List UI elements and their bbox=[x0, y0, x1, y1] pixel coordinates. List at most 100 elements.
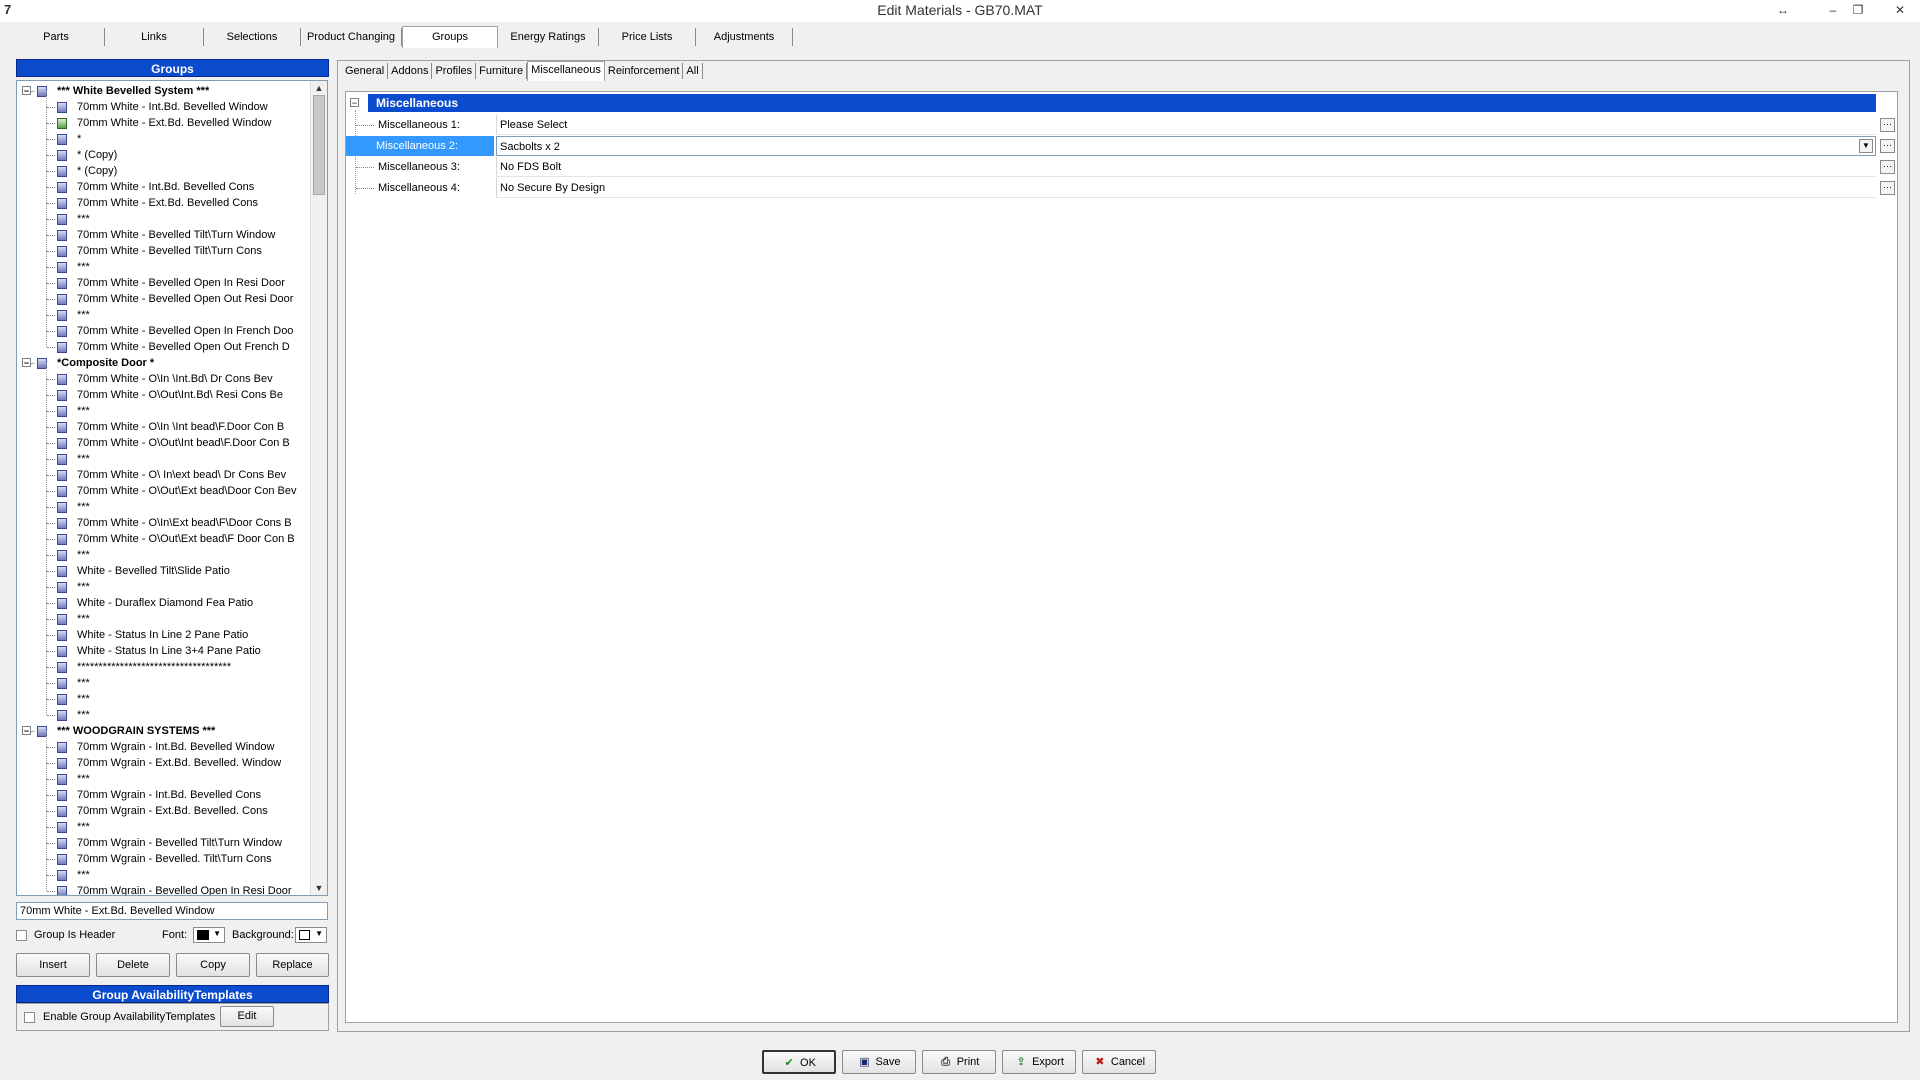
background-color-picker[interactable]: ▼ bbox=[295, 927, 327, 943]
misc-2-ellipsis-button[interactable]: ··· bbox=[1880, 139, 1895, 153]
tree-item[interactable]: 70mm White - Int.Bd. Bevelled Cons bbox=[17, 171, 307, 195]
tree-item[interactable]: 70mm White - Ext.Bd. Bevelled Cons bbox=[17, 187, 307, 211]
tree-item[interactable]: 70mm Wgrain - Bevelled. Tilt\Turn Cons bbox=[17, 843, 307, 867]
tree-group-header[interactable]: − *** WOODGRAIN SYSTEMS *** bbox=[17, 723, 307, 739]
tree-item[interactable]: * bbox=[17, 123, 307, 147]
tree-item[interactable]: 70mm White - O\In \Int.Bd\ Dr Cons Bev bbox=[17, 363, 307, 387]
subtab-reinforcement[interactable]: Reinforcement bbox=[605, 63, 684, 79]
groups-tree[interactable]: − *** White Bevelled System *** 70mm White… bbox=[16, 80, 328, 896]
misc-3-value[interactable]: No FDS Bolt bbox=[496, 157, 1876, 177]
tab-selections[interactable]: Selections bbox=[204, 28, 301, 46]
misc-3-ellipsis-button[interactable]: ··· bbox=[1880, 160, 1895, 174]
tree-item[interactable]: 70mm White - O\In \Int bead\F.Door Con B bbox=[17, 411, 307, 435]
collapse-icon[interactable]: − bbox=[22, 726, 31, 736]
export-button[interactable]: ⇪ Export bbox=[1002, 1050, 1076, 1074]
tree-item[interactable]: 70mm White - Bevelled Tilt\Turn Window bbox=[17, 219, 307, 243]
tree-item[interactable]: *** bbox=[17, 699, 307, 723]
tree-item[interactable]: *** bbox=[17, 251, 307, 275]
misc-4-ellipsis-button[interactable]: ··· bbox=[1880, 181, 1895, 195]
tree-item[interactable]: *** bbox=[17, 443, 307, 467]
tree-item[interactable]: 70mm White - Bevelled Open In Resi Door bbox=[17, 267, 307, 291]
delete-button[interactable]: Delete bbox=[96, 953, 170, 977]
tree-item[interactable]: *** bbox=[17, 491, 307, 515]
tab-parts[interactable]: Parts bbox=[8, 28, 105, 46]
group-name-field[interactable]: 70mm White - Ext.Bd. Bevelled Window bbox=[16, 902, 328, 920]
tree-item[interactable]: 70mm Wgrain - Bevelled Tilt\Turn Window bbox=[17, 827, 307, 851]
tree-item[interactable]: White - Status In Line 3+4 Pane Patio bbox=[17, 635, 307, 659]
tree-item[interactable]: White - Duraflex Diamond Fea Patio bbox=[17, 587, 307, 611]
tree-item[interactable]: 70mm White - Ext.Bd. Bevelled Window bbox=[17, 107, 307, 131]
scroll-down-icon[interactable]: ▼ bbox=[311, 881, 327, 895]
tree-item[interactable]: 70mm White - Bevelled Open Out French D bbox=[17, 331, 307, 355]
restore-button[interactable]: ❐ bbox=[1843, 0, 1873, 20]
insert-button[interactable]: Insert bbox=[16, 953, 90, 977]
tree-item[interactable]: * (Copy) bbox=[17, 139, 307, 163]
enable-availability-checkbox[interactable] bbox=[24, 1012, 35, 1023]
subtab-all[interactable]: All bbox=[683, 63, 703, 79]
tree-item[interactable]: White - Bevelled Tilt\Slide Patio bbox=[17, 555, 307, 579]
tree-item[interactable]: * (Copy) bbox=[17, 155, 307, 179]
tree-item[interactable]: 70mm White - O\Out\Ext bead\F Door Con B bbox=[17, 523, 307, 547]
tree-scrollbar[interactable]: ▲ ▼ bbox=[310, 81, 327, 895]
misc-4-value[interactable]: No Secure By Design bbox=[496, 178, 1876, 198]
subtab-general[interactable]: General bbox=[342, 63, 389, 79]
close-button[interactable]: ✕ bbox=[1885, 0, 1915, 20]
print-button[interactable]: ⎙ Print bbox=[922, 1050, 996, 1074]
ok-button[interactable]: ✔ OK bbox=[762, 1050, 836, 1074]
tree-item[interactable]: *** bbox=[17, 811, 307, 835]
tree-item[interactable]: *** bbox=[17, 683, 307, 707]
tree-item[interactable]: *** bbox=[17, 395, 307, 419]
tree-item[interactable]: 70mm White - Int.Bd. Bevelled Window bbox=[17, 91, 307, 115]
tree-item[interactable]: *** bbox=[17, 299, 307, 323]
tree-item[interactable]: *** bbox=[17, 539, 307, 563]
subtab-miscellaneous[interactable]: Miscellaneous bbox=[527, 61, 605, 81]
tree-item[interactable]: 70mm White - O\In\Ext bead\F\Door Cons B bbox=[17, 507, 307, 531]
tab-groups[interactable]: Groups bbox=[402, 26, 498, 48]
tree-item[interactable]: White - Status In Line 2 Pane Patio bbox=[17, 619, 307, 643]
tree-item[interactable]: 70mm Wgrain - Int.Bd. Bevelled Window bbox=[17, 731, 307, 755]
tree-item[interactable]: *** bbox=[17, 603, 307, 627]
tree-item[interactable]: *** bbox=[17, 203, 307, 227]
misc-2-dropdown[interactable]: Sacbolts x 2 ▼ bbox=[496, 136, 1876, 156]
save-button[interactable]: ▣ Save bbox=[842, 1050, 916, 1074]
tree-item[interactable]: 70mm Wgrain - Ext.Bd. Bevelled. Window bbox=[17, 747, 307, 771]
collapse-icon[interactable]: − bbox=[22, 86, 31, 96]
edit-availability-button[interactable]: Edit bbox=[220, 1006, 274, 1027]
tree-item[interactable]: *** bbox=[17, 667, 307, 691]
tree-item[interactable]: *** bbox=[17, 571, 307, 595]
cancel-button[interactable]: ✖ Cancel bbox=[1082, 1050, 1156, 1074]
tree-group-header[interactable]: − *** White Bevelled System *** bbox=[17, 83, 307, 99]
tree-item[interactable]: 70mm White - O\Out\Int bead\F.Door Con B bbox=[17, 427, 307, 451]
copy-button[interactable]: Copy bbox=[176, 953, 250, 977]
subtab-furniture[interactable]: Furniture bbox=[476, 63, 528, 79]
tree-item[interactable]: 70mm White - O\Out\Ext bead\Door Con Bev bbox=[17, 475, 307, 499]
subtab-profiles[interactable]: Profiles bbox=[432, 63, 477, 79]
tree-item[interactable]: ************************************ bbox=[17, 651, 307, 675]
chevron-down-icon[interactable]: ▼ bbox=[1859, 139, 1873, 153]
tree-item[interactable]: 70mm Wgrain - Bevelled Open In Resi Door bbox=[17, 875, 307, 895]
tree-item[interactable]: *** bbox=[17, 859, 307, 883]
tree-item[interactable]: 70mm Wgrain - Int.Bd. Bevelled Cons bbox=[17, 779, 307, 803]
replace-button[interactable]: Replace bbox=[256, 953, 329, 977]
tree-item[interactable]: 70mm Wgrain - Ext.Bd. Bevelled. Cons bbox=[17, 795, 307, 819]
tree-group-header[interactable]: − *Composite Door * bbox=[17, 355, 307, 371]
resize-icon[interactable]: ↔ bbox=[1768, 0, 1798, 20]
tab-product-changing[interactable]: Product Changing bbox=[301, 28, 402, 46]
tab-energy-ratings[interactable]: Energy Ratings bbox=[498, 28, 599, 46]
subtab-addons[interactable]: Addons bbox=[388, 63, 433, 79]
group-is-header-checkbox[interactable] bbox=[16, 930, 27, 941]
tab-price-lists[interactable]: Price Lists bbox=[599, 28, 696, 46]
tree-item[interactable]: 70mm White - Bevelled Tilt\Turn Cons bbox=[17, 235, 307, 259]
tree-item[interactable]: 70mm White - O\Out\Int.Bd\ Resi Cons Be bbox=[17, 379, 307, 403]
scroll-thumb[interactable] bbox=[313, 95, 325, 195]
misc-1-value[interactable]: Please Select bbox=[496, 115, 1876, 135]
font-color-picker[interactable]: ▼ bbox=[193, 927, 225, 943]
scroll-up-icon[interactable]: ▲ bbox=[311, 81, 327, 95]
tab-adjustments[interactable]: Adjustments bbox=[696, 28, 793, 46]
tab-links[interactable]: Links bbox=[105, 28, 204, 46]
tree-item[interactable]: 70mm White - O\ In\ext bead\ Dr Cons Bev bbox=[17, 459, 307, 483]
collapse-icon[interactable]: − bbox=[350, 98, 359, 108]
tree-item[interactable]: *** bbox=[17, 763, 307, 787]
tree-item[interactable]: 70mm White - Bevelled Open Out Resi Door bbox=[17, 283, 307, 307]
tree-item[interactable]: 70mm White - Bevelled Open In French Doo bbox=[17, 315, 307, 339]
